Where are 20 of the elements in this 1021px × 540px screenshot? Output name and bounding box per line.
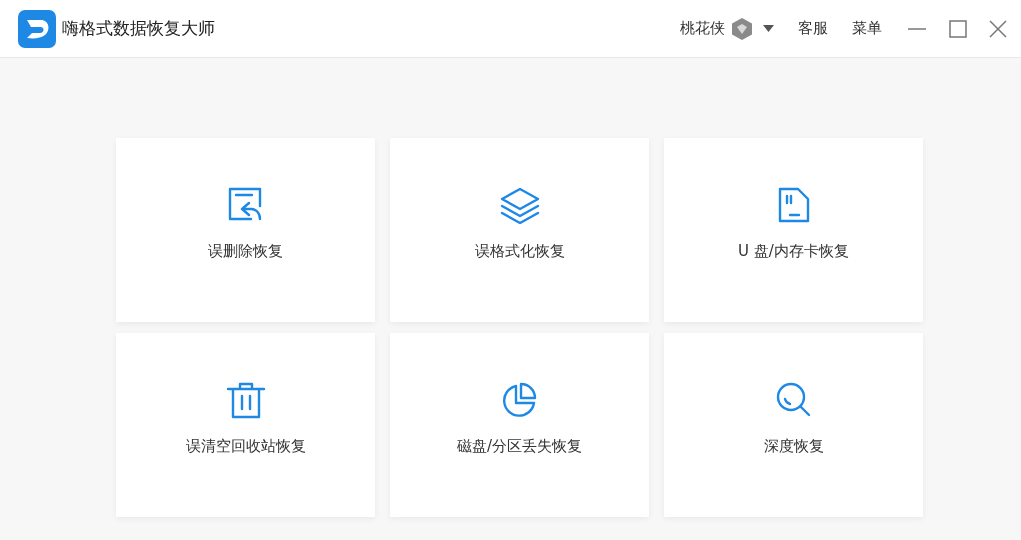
search-icon	[774, 381, 813, 419]
layers-icon	[499, 186, 540, 224]
recovery-card[interactable]: U 盘/内存卡恢复	[664, 138, 923, 322]
recovery-card[interactable]: 误删除恢复	[116, 138, 375, 322]
sd-card-icon	[776, 186, 811, 224]
header-link[interactable]: 客服	[798, 17, 828, 40]
recovery-card[interactable]: 深度恢复	[664, 333, 923, 517]
badge-icon	[731, 16, 753, 41]
recovery-card[interactable]: 磁盘/分区丢失恢复	[390, 333, 649, 517]
window-title: 嗨格式数据恢复大师	[62, 16, 215, 40]
maximize-icon[interactable]	[949, 19, 967, 38]
user-menu[interactable]: 桃花侠	[680, 17, 725, 40]
app-logo-icon	[18, 9, 56, 48]
pie-chart-icon	[500, 381, 539, 419]
trash-icon	[225, 381, 266, 419]
recovery-card[interactable]: 误清空回收站恢复	[116, 333, 375, 517]
close-icon[interactable]	[989, 19, 1007, 38]
header-link[interactable]: 菜单	[852, 17, 882, 40]
recovery-card[interactable]: 误格式化恢复	[390, 138, 649, 322]
caret-icon[interactable]	[763, 25, 774, 32]
